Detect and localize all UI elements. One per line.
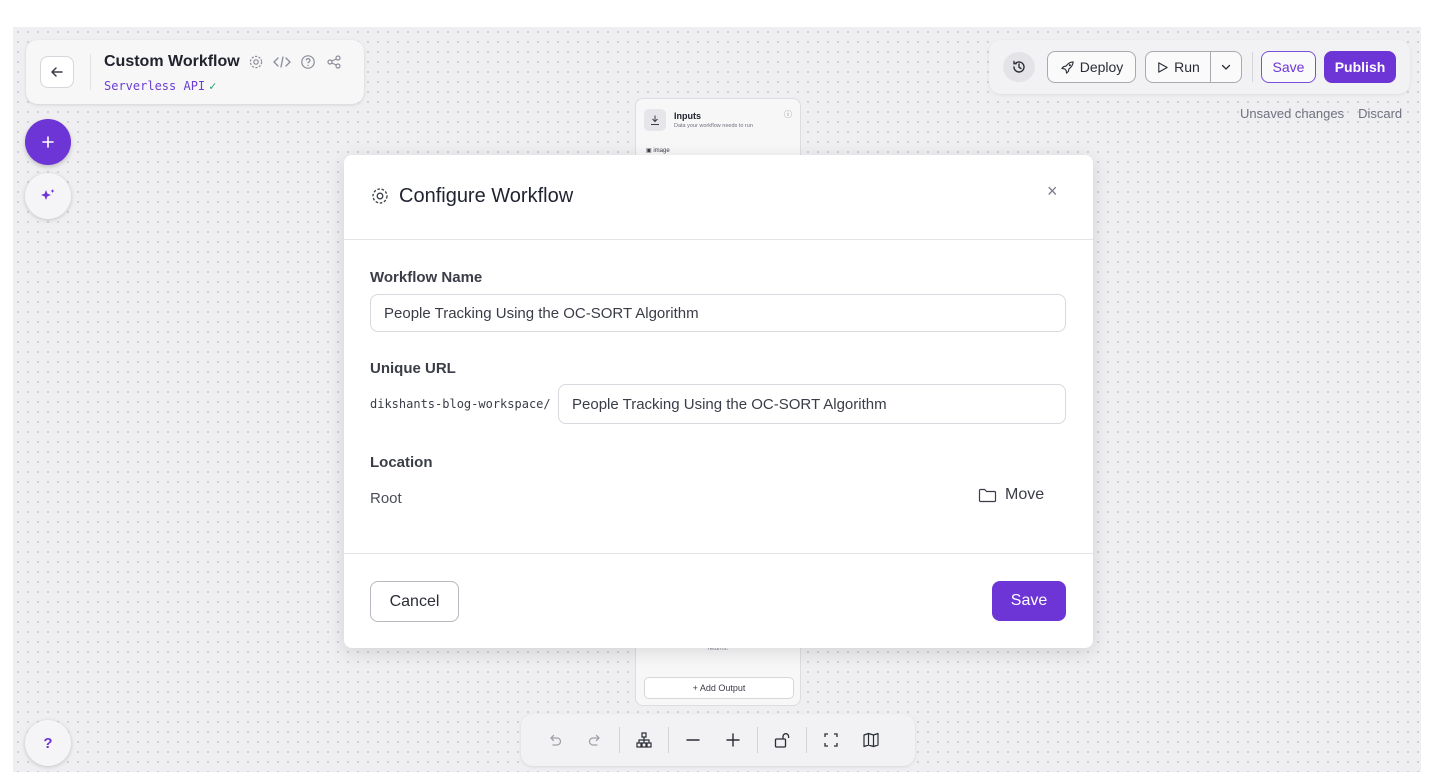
run-options-dropdown[interactable] (1210, 51, 1242, 83)
run-button[interactable]: Run (1145, 51, 1211, 83)
input-chip-image[interactable]: ▣ image (646, 147, 670, 154)
history-icon (1013, 60, 1025, 73)
divider (619, 727, 620, 753)
zoom-in-icon[interactable] (721, 728, 745, 752)
help-circle-icon[interactable] (298, 52, 318, 72)
publish-button[interactable]: Publish (1324, 51, 1396, 83)
title-actions (246, 52, 344, 72)
dialog-footer-divider (344, 553, 1093, 554)
discard-link[interactable]: Discard (1358, 106, 1402, 121)
unsaved-status: Unsaved changes Discard (1240, 106, 1402, 121)
dialog-save-button[interactable]: Save (992, 581, 1066, 621)
divider (757, 727, 758, 753)
redo-icon[interactable] (583, 728, 607, 752)
code-icon[interactable] (272, 52, 292, 72)
divider (90, 54, 91, 90)
settings-gear-icon (370, 186, 390, 211)
unique-url-input[interactable] (558, 384, 1066, 424)
auto-layout-icon[interactable] (632, 728, 656, 752)
unique-url-label: Unique URL (370, 360, 456, 377)
play-icon (1158, 61, 1168, 73)
divider (668, 727, 669, 753)
workflow-name-label: Workflow Name (370, 269, 483, 286)
share-icon[interactable] (324, 52, 344, 72)
workflow-title-card: Custom Workflow Serverless API ✓ (26, 40, 364, 104)
node-help-icon[interactable]: ⓘ (784, 109, 792, 120)
unsaved-changes-text: Unsaved changes (1240, 106, 1345, 121)
url-prefix: dikshants-blog-workspace/ (370, 397, 551, 411)
dialog-header: Configure Workflow × (344, 155, 1093, 240)
undo-icon[interactable] (543, 728, 567, 752)
add-output-button[interactable]: + Add Output (644, 677, 794, 699)
back-button[interactable] (40, 56, 74, 88)
move-button[interactable]: Move (978, 486, 1044, 504)
unlock-icon[interactable] (770, 728, 794, 752)
chevron-down-icon (1221, 64, 1231, 70)
ai-assist-button[interactable] (25, 173, 71, 219)
workflow-name-input[interactable] (370, 294, 1066, 332)
rocket-icon (1061, 60, 1074, 74)
save-button[interactable]: Save (1261, 51, 1316, 83)
toolbar-divider (1252, 52, 1253, 82)
move-label: Move (1005, 486, 1045, 503)
sparkles-icon (41, 189, 55, 200)
image-icon: ▣ (646, 148, 652, 154)
node-title: Inputs (674, 111, 701, 121)
folder-icon (978, 488, 997, 502)
deploy-button[interactable]: Deploy (1047, 51, 1136, 83)
close-icon[interactable]: × (1047, 181, 1058, 202)
dialog-title: Configure Workflow (399, 185, 574, 207)
version-history-button[interactable] (1003, 52, 1035, 82)
minimap-icon[interactable] (859, 728, 883, 752)
location-value: Root (370, 490, 402, 507)
node-description: Data your workflow needs to run (674, 123, 753, 129)
configure-workflow-dialog: Configure Workflow × Workflow Name Uniqu… (344, 155, 1093, 648)
check-icon: ✓ (209, 79, 217, 93)
canvas-controls (521, 714, 915, 766)
arrow-left-icon (51, 67, 63, 77)
deployment-type: Serverless API (104, 79, 206, 93)
run-label: Run (1174, 59, 1200, 75)
top-toolbar: Deploy Run Save Publish (989, 40, 1410, 94)
cancel-button[interactable]: Cancel (370, 581, 459, 622)
fit-view-icon[interactable] (819, 728, 843, 752)
help-button[interactable]: ? (25, 720, 71, 766)
zoom-out-icon[interactable] (681, 728, 705, 752)
settings-gear-icon[interactable] (246, 52, 266, 72)
download-icon (644, 109, 666, 131)
workflow-title: Custom Workflow (104, 53, 240, 70)
plus-icon (42, 136, 54, 148)
deploy-label: Deploy (1079, 59, 1124, 75)
location-label: Location (370, 454, 433, 471)
workflow-subtitle: Serverless API ✓ (104, 79, 216, 93)
divider (806, 727, 807, 753)
add-block-button[interactable] (25, 119, 71, 165)
